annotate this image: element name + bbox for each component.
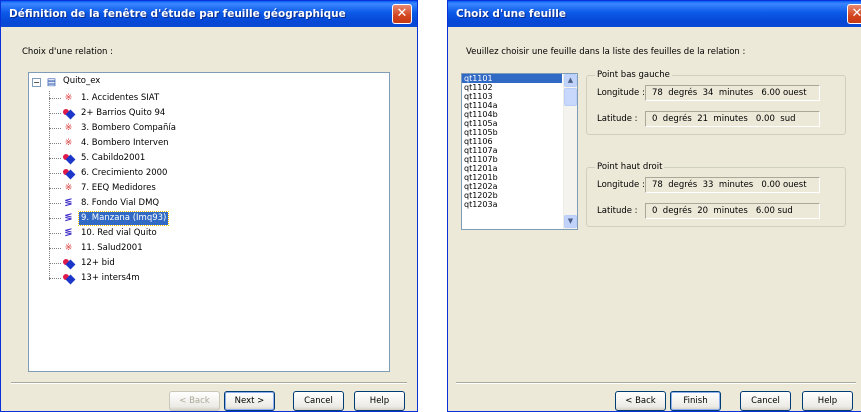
finish-button[interactable]: Finish [670, 391, 721, 411]
tree-connector [49, 188, 61, 189]
tree-connector [49, 218, 61, 219]
sheet-list-scrollbar[interactable]: ▲ ▼ [563, 74, 577, 229]
points-icon: ※ [64, 93, 73, 103]
relation-dialog-title: Définition de la fenêtre d'étude par feu… [1, 1, 417, 27]
tree-connector [49, 233, 61, 234]
list-item[interactable]: qt1107a [462, 146, 562, 155]
list-item[interactable]: qt1105a [462, 119, 562, 128]
list-item[interactable]: qt1201a [462, 164, 562, 173]
back-button[interactable]: < Back [169, 391, 220, 411]
tree-item[interactable]: 5. Cabildo2001 [79, 152, 147, 165]
bottom-left-latitude-field: 0 degrés 21 minutes 0.00 sud [645, 111, 820, 127]
relation-prompt: Choix d'une relation : [22, 47, 114, 57]
tree-item[interactable]: 3. Bombero Compañía [79, 122, 178, 135]
close-icon[interactable]: ✕ [847, 4, 861, 24]
list-item[interactable]: qt1101 [462, 74, 562, 83]
list-item[interactable]: qt1102 [462, 83, 562, 92]
list-item[interactable]: qt1105b [462, 128, 562, 137]
tree-item[interactable]: 7. EEQ Medidores [79, 182, 158, 195]
tree-connector [49, 98, 61, 99]
top-right-longitude-field: 78 degrés 33 minutes 0.00 ouest [645, 177, 820, 193]
tree-connector [49, 158, 61, 159]
tree-item[interactable]: 11. Salud2001 [79, 242, 145, 255]
database-icon: ▤ [46, 77, 57, 88]
longitude-label: Longitude : [597, 180, 645, 190]
list-item[interactable]: qt1106 [462, 137, 562, 146]
tree-item[interactable]: 4. Bombero Interven [79, 137, 171, 150]
relation-tree[interactable]: − ▤ Quito_ex ※ 1. Accidentes SIAT 2+ Barri… [28, 72, 390, 372]
next-button[interactable]: Next > [224, 391, 275, 411]
tree-item[interactable]: 2+ Barrios Quito 94 [79, 107, 167, 120]
top-right-point-title: Point haut droit [595, 162, 665, 173]
layer-icon [62, 167, 75, 179]
points-icon: ※ [64, 138, 73, 148]
sheet-dialog: Choix d'une feuille ✕ Veuillez choisir u… [447, 0, 861, 412]
cancel-button[interactable]: Cancel [740, 391, 791, 411]
sheet-list[interactable]: qt1101 qt1102 qt1103 qt1104a qt1104b qt1105a q… [461, 73, 578, 230]
tree-connector [49, 203, 61, 204]
tree-connector [49, 91, 50, 280]
back-button[interactable]: < Back [615, 391, 666, 411]
button-separator [456, 382, 856, 384]
tree-root-label[interactable]: Quito_ex [61, 76, 102, 86]
sheet-instruction: Veuillez choisir une feuille dans la lis… [466, 47, 746, 57]
help-button[interactable]: Help [802, 391, 853, 411]
close-icon[interactable]: ✕ [392, 4, 412, 24]
button-separator [11, 382, 407, 384]
latitude-label: Latitude : [597, 206, 638, 216]
collapse-icon[interactable]: − [32, 78, 41, 87]
tree-connector [49, 113, 61, 114]
tree-item[interactable]: 12+ bid [79, 257, 117, 270]
bottom-left-point-group: Point bas gauche Longitude : 78 degrés 3… [586, 70, 846, 135]
tree-item[interactable]: 1. Accidentes SIAT [79, 92, 161, 105]
lines-icon: ≶ [64, 212, 73, 223]
layer-icon [62, 272, 75, 284]
tree-item[interactable]: 8. Fondo Vial DMQ [79, 197, 161, 210]
longitude-label: Longitude : [597, 88, 645, 98]
list-item[interactable]: qt1104a [462, 101, 562, 110]
lines-icon: ≶ [64, 197, 73, 208]
tree-item[interactable]: 10. Red vial Quito [79, 227, 159, 240]
list-item[interactable]: qt1201b [462, 173, 562, 182]
latitude-label: Latitude : [597, 114, 638, 124]
bottom-left-longitude-field: 78 degrés 34 minutes 6.00 ouest [645, 85, 820, 101]
top-right-point-group: Point haut droit Longitude : 78 degrés 3… [586, 162, 846, 227]
help-button[interactable]: Help [354, 391, 405, 411]
scroll-thumb[interactable] [564, 88, 577, 106]
list-item[interactable]: qt1104b [462, 110, 562, 119]
scroll-up-icon[interactable]: ▲ [564, 74, 577, 87]
scroll-down-icon[interactable]: ▼ [564, 215, 577, 228]
points-icon: ※ [64, 183, 73, 193]
tree-connector [49, 173, 61, 174]
points-icon: ※ [64, 123, 73, 133]
tree-item[interactable]: 13+ inters4m [79, 272, 142, 285]
tree-connector [49, 263, 61, 264]
layer-icon [62, 152, 75, 164]
tree-connector [49, 278, 61, 279]
top-right-latitude-field: 0 degrés 20 minutes 6.00 sud [645, 203, 820, 219]
tree-connector [49, 128, 61, 129]
list-item[interactable]: qt1107b [462, 155, 562, 164]
tree-connector [49, 143, 61, 144]
list-item[interactable]: qt1202a [462, 182, 562, 191]
list-item[interactable]: qt1202b [462, 191, 562, 200]
cancel-button[interactable]: Cancel [293, 391, 344, 411]
tree-item[interactable]: 9. Manzana (Imq93) [77, 211, 170, 226]
layer-icon [62, 257, 75, 269]
layer-icon [62, 107, 75, 119]
relation-dialog: Définition de la fenêtre d'étude par feu… [0, 0, 418, 412]
lines-icon: ≶ [64, 227, 73, 238]
tree-connector [49, 248, 61, 249]
list-item[interactable]: qt1203a [462, 200, 562, 209]
points-icon: ※ [64, 243, 73, 253]
tree-item[interactable]: 6. Crecimiento 2000 [79, 167, 169, 180]
bottom-left-point-title: Point bas gauche [595, 70, 672, 81]
sheet-dialog-title: Choix d'une feuille [448, 1, 861, 27]
list-item[interactable]: qt1103 [462, 92, 562, 101]
